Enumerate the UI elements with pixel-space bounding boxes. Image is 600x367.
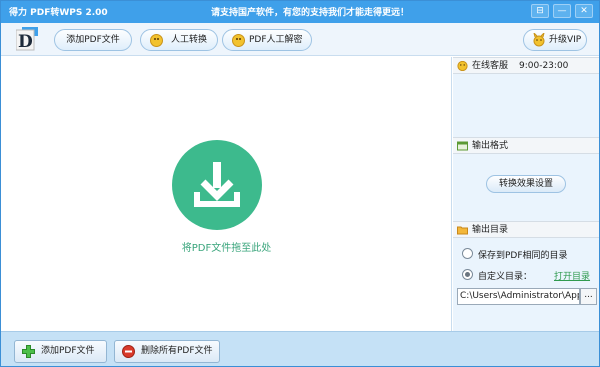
title-bar[interactable]: 得力 PDF转WPS 2.00 请支持国产软件，有您的支持我们才能走得更远！ ⊟…: [1, 1, 599, 23]
support-face-icon: [457, 61, 468, 71]
pdf-decrypt-label: PDF人工解密: [249, 35, 303, 45]
folder-icon: [457, 226, 468, 235]
add-pdf-button[interactable]: 添加PDF文件: [14, 340, 107, 363]
format-title: 输出格式: [472, 141, 509, 151]
smile-icon: [232, 34, 245, 47]
delete-all-label: 删除所有PDF文件: [141, 346, 213, 356]
format-header: 输出格式: [453, 137, 599, 154]
delete-minus-icon: [122, 345, 135, 358]
pdf-decrypt-button[interactable]: PDF人工解密: [222, 29, 312, 51]
upgrade-vip-label: 升级VIP: [549, 35, 582, 45]
title-slogan: 请支持国产软件，有您的支持我们才能走得更远！: [211, 8, 410, 18]
vip-face-icon: [533, 33, 545, 47]
add-pdf-toolbar-label: 添加PDF文件: [66, 35, 120, 45]
manual-convert-label: 人工转换: [171, 35, 208, 45]
bottom-bar: 添加PDF文件 删除所有PDF文件: [1, 331, 599, 366]
add-pdf-label: 添加PDF文件: [41, 346, 95, 356]
delete-all-button[interactable]: 删除所有PDF文件: [114, 340, 220, 363]
drop-hint: 将PDF文件拖至此处: [181, 243, 272, 254]
logo-letter: D: [18, 32, 33, 51]
side-panel: 在线客服 9:00-23:00 输出格式 转换效果设置 输出目录 保存到PDF相…: [453, 57, 599, 331]
custom-dir-label[interactable]: 自定义目录：: [478, 269, 532, 282]
drop-zone[interactable]: 将PDF文件拖至此处: [1, 57, 452, 331]
app-title: 得力 PDF转WPS 2.00: [9, 8, 108, 18]
smile-icon: [150, 34, 163, 47]
same-dir-label[interactable]: 保存到PDF相同的目录: [478, 248, 568, 261]
radio-custom-dir[interactable]: [462, 269, 473, 280]
manual-convert-button[interactable]: 人工转换: [140, 29, 218, 51]
close-button[interactable]: ✕: [575, 4, 593, 18]
output-dir-title: 输出目录: [472, 225, 509, 235]
support-hours: 9:00-23:00: [519, 61, 569, 71]
output-dir-header: 输出目录: [453, 221, 599, 238]
add-pdf-toolbar-button[interactable]: 添加PDF文件: [54, 29, 132, 51]
radio-same-dir[interactable]: [462, 248, 473, 259]
minimize-button[interactable]: —: [553, 4, 571, 18]
support-header: 在线客服 9:00-23:00: [453, 57, 599, 74]
support-title: 在线客服: [472, 61, 509, 71]
add-plus-icon: [22, 345, 35, 358]
open-dir-link[interactable]: 打开目录: [554, 269, 590, 282]
browse-button[interactable]: ...: [580, 288, 597, 305]
app-window: 得力 PDF转WPS 2.00 请支持国产软件，有您的支持我们才能走得更远！ ⊟…: [0, 0, 600, 367]
download-icon[interactable]: [172, 140, 262, 230]
upgrade-vip-button[interactable]: 升级VIP: [523, 29, 587, 51]
format-icon: [457, 141, 468, 151]
output-path-input[interactable]: C:\Users\Administrator\App: [457, 288, 580, 305]
conversion-settings-button[interactable]: 转换效果设置: [486, 175, 566, 193]
skin-button[interactable]: ⊟: [531, 4, 549, 18]
app-logo-icon: D: [16, 27, 38, 51]
toolbar: D 添加PDF文件 人工转换 PDF人工解密 升级VIP: [1, 23, 599, 56]
